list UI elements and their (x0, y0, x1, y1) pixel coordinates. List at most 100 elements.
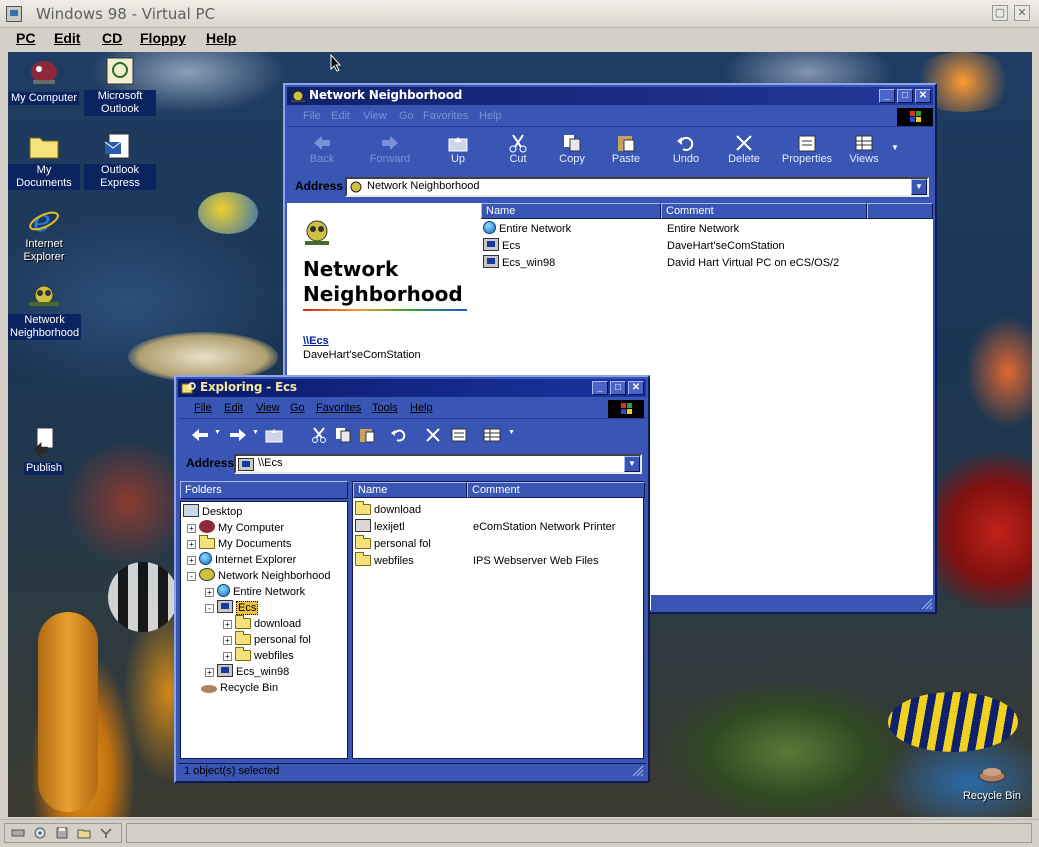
tree-item-personal-fol[interactable]: + personal fol (181, 631, 311, 648)
shared-folder-icon[interactable] (77, 827, 91, 839)
paste-icon[interactable] (358, 427, 376, 443)
desktop-icon-my-documents[interactable]: My Documents (8, 130, 80, 190)
address-dropdown-icon[interactable]: ▼ (624, 456, 640, 472)
tree-item-download[interactable]: + download (181, 615, 301, 632)
list-item[interactable]: lexijetl (355, 519, 405, 535)
minimize-button[interactable]: _ (592, 381, 608, 395)
desktop[interactable]: My Computer Microsoft Outlook My Documen… (8, 52, 1032, 817)
list-item[interactable]: Entire Network (483, 221, 571, 237)
scissors-icon[interactable] (310, 427, 328, 443)
cd-icon[interactable] (33, 827, 47, 839)
list-item[interactable]: webfiles (355, 552, 414, 569)
column-header-comment[interactable]: Comment (467, 482, 645, 498)
tree-item-internet-explorer[interactable]: + Internet Explorer (181, 552, 296, 568)
copy-button[interactable]: Copy (551, 133, 593, 165)
floppy-icon[interactable] (55, 827, 69, 839)
properties-button[interactable]: Properties (777, 133, 837, 165)
back-dropdown-icon[interactable]: ▼ (214, 429, 221, 436)
maximize-button[interactable]: □ (897, 89, 913, 103)
ex-menu-view[interactable]: View (256, 402, 280, 414)
tree-item-webfiles[interactable]: + webfiles (181, 647, 294, 664)
close-button[interactable]: ✕ (628, 381, 644, 395)
back-button[interactable]: Back (301, 133, 343, 165)
up-button[interactable]: Up (437, 133, 479, 165)
forward-button[interactable]: Forward (369, 133, 411, 165)
column-header-comment[interactable]: Comment (661, 203, 867, 219)
forward-dropdown-icon[interactable]: ▼ (252, 429, 259, 436)
printer-icon (355, 519, 371, 532)
tree-item-my-documents[interactable]: + My Documents (181, 535, 291, 552)
tree-item-entire-network[interactable]: + Entire Network (181, 584, 305, 600)
properties-icon[interactable] (450, 427, 468, 443)
forward-arrow-icon[interactable] (228, 427, 248, 443)
views-dropdown-icon[interactable]: ▼ (508, 429, 515, 436)
back-arrow-icon[interactable] (190, 427, 210, 443)
tree-item-recycle-bin[interactable]: Recycle Bin (181, 680, 278, 696)
views-button[interactable]: Views (843, 133, 885, 165)
exploring-window[interactable]: Exploring - Ecs _ □ ✕ File Edit View Go … (174, 375, 650, 783)
desktop-icon-my-computer[interactable]: My Computer (8, 56, 80, 105)
cut-button[interactable]: Cut (497, 133, 539, 165)
desktop-icon-recycle-bin[interactable]: Recycle Bin (956, 754, 1028, 803)
views-dropdown-icon[interactable]: ▼ (891, 143, 899, 152)
ex-menu-favorites[interactable]: Favorites (316, 402, 361, 414)
ex-title-bar[interactable]: Exploring - Ecs _ □ ✕ (178, 379, 646, 397)
host-menu-pc[interactable]: PC (16, 30, 35, 46)
tree-item-ecs-win98[interactable]: + Ecs_win98 (181, 664, 289, 680)
copy-icon[interactable] (334, 427, 352, 443)
nn-menu-edit[interactable]: Edit (331, 110, 350, 122)
paste-button[interactable]: Paste (605, 133, 647, 165)
close-button[interactable]: ✕ (915, 89, 931, 103)
list-item[interactable]: personal fol (355, 535, 431, 552)
column-header-name[interactable]: Name (353, 482, 467, 498)
resize-grip-icon[interactable] (921, 598, 933, 610)
tree-item-ecs[interactable]: - Ecs (181, 600, 259, 616)
list-item[interactable]: Ecs_win98 (483, 255, 555, 271)
desktop-icon-network-neighborhood[interactable]: Network Neighborhood (8, 280, 82, 340)
desktop-icon-microsoft-outlook[interactable]: Microsoft Outlook (84, 56, 156, 116)
ex-address-field[interactable]: \\Ecs ▼ (234, 454, 642, 474)
maximize-button[interactable]: □ (610, 381, 626, 395)
address-dropdown-icon[interactable]: ▼ (911, 179, 927, 195)
restore-icon[interactable]: ▢ (992, 5, 1008, 21)
up-folder-icon[interactable] (264, 427, 284, 443)
host-menu-edit[interactable]: Edit (54, 30, 80, 46)
list-item[interactable]: Ecs (483, 238, 520, 254)
virtual-pc-host-window: Windows 98 - Virtual PC ▢ ✕ PC Edit CD F… (0, 0, 1039, 847)
resize-grip-icon[interactable] (632, 765, 644, 777)
nn-menu-view[interactable]: View (363, 110, 387, 122)
tree-item-desktop[interactable]: Desktop (181, 504, 242, 520)
desktop-icon-publish[interactable]: Publish (8, 426, 80, 475)
views-icon[interactable] (482, 427, 502, 443)
close-icon[interactable]: ✕ (1014, 5, 1030, 21)
delete-x-icon[interactable] (424, 427, 442, 443)
list-item[interactable]: download (355, 501, 421, 518)
hard-disk-icon[interactable] (11, 827, 25, 839)
nn-menu-favorites[interactable]: Favorites (423, 110, 468, 122)
undo-icon (675, 133, 697, 153)
nn-menu-help[interactable]: Help (479, 110, 502, 122)
ex-menu-help[interactable]: Help (410, 402, 433, 414)
nn-menu-go[interactable]: Go (399, 110, 414, 122)
desktop-icon-internet-explorer[interactable]: e Internet Explorer (8, 204, 80, 264)
undo-icon[interactable] (390, 427, 408, 443)
host-menu-help[interactable]: Help (206, 30, 236, 46)
desktop-icon-outlook-express[interactable]: Outlook Express (84, 130, 156, 190)
ex-menu-go[interactable]: Go (290, 402, 305, 414)
column-header-name[interactable]: Name (481, 203, 661, 219)
host-menu-floppy[interactable]: Floppy (140, 30, 186, 46)
selected-item-link[interactable]: \\Ecs (303, 335, 329, 347)
nn-address-field[interactable]: Network Neighborhood ▼ (345, 177, 929, 197)
nn-menu-file[interactable]: File (303, 110, 321, 122)
tree-item-my-computer[interactable]: + My Computer (181, 520, 284, 536)
minimize-button[interactable]: _ (879, 89, 895, 103)
tree-item-network-neighborhood[interactable]: - Network Neighborhood (181, 568, 331, 584)
host-menu-cd[interactable]: CD (102, 30, 122, 46)
undo-button[interactable]: Undo (665, 133, 707, 165)
nn-title-bar[interactable]: Network Neighborhood _ □ ✕ (287, 87, 933, 105)
network-icon[interactable] (99, 827, 113, 839)
ex-menu-file[interactable]: File (194, 402, 212, 414)
ex-menu-tools[interactable]: Tools (372, 402, 398, 414)
ex-menu-edit[interactable]: Edit (224, 402, 243, 414)
delete-button[interactable]: Delete (723, 133, 765, 165)
